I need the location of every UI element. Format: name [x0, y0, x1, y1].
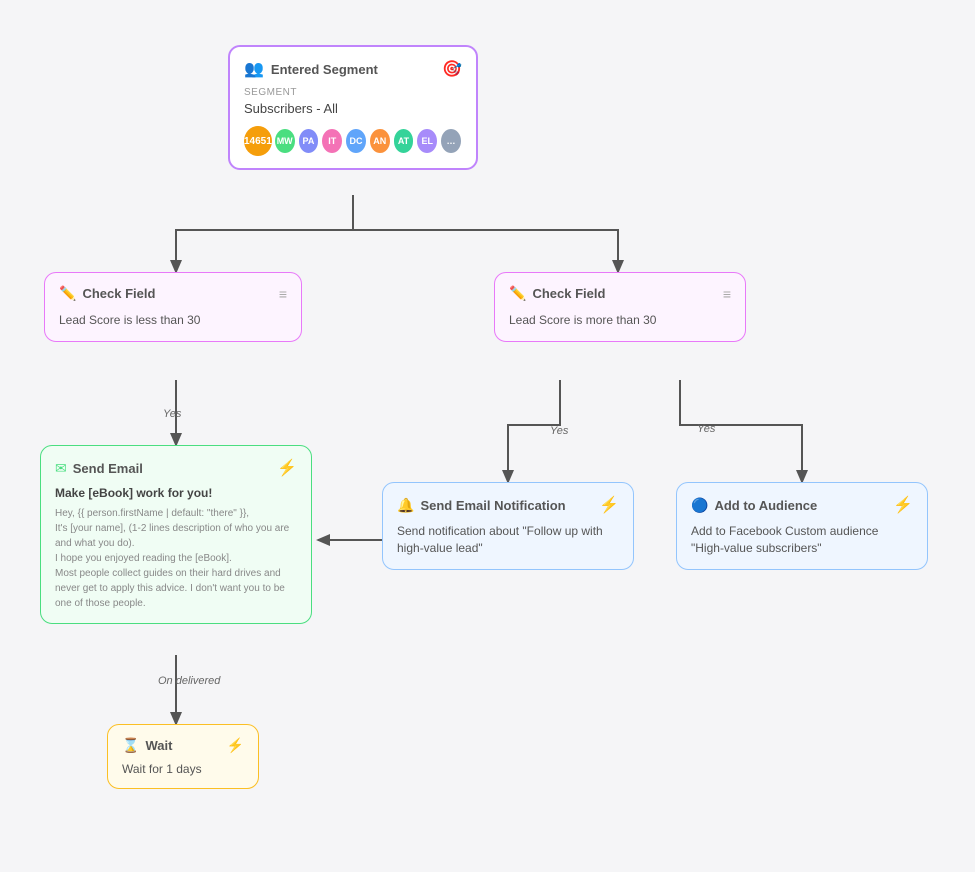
audience-text: Add to Facebook Custom audience "High-va…	[691, 523, 913, 557]
wait-node[interactable]: ⌛ Wait ⚡ Wait for 1 days	[107, 724, 259, 789]
bolt-icon-audience: ⚡	[893, 495, 913, 515]
on-delivered-label: On delivered	[158, 675, 220, 687]
filter-icon-right: ≡	[723, 286, 731, 302]
yes-label-mid: Yes	[550, 425, 568, 437]
wait-header: ⌛ Wait ⚡	[122, 737, 244, 754]
avatar-mw: MW	[274, 128, 296, 154]
target-icon: 🎯	[442, 59, 462, 79]
pencil-icon-left: ✏️	[59, 285, 76, 302]
avatar-an: AN	[369, 128, 391, 154]
avatar-it: IT	[321, 128, 343, 154]
check-right-title: Check Field	[532, 286, 605, 301]
check-right-title-wrap: ✏️ Check Field	[509, 285, 605, 302]
hourglass-icon: ⌛	[122, 737, 139, 754]
people-icon: 👥	[244, 59, 264, 79]
bolt-icon-email: ⚡	[277, 458, 297, 478]
segment-label: SEGMENT	[244, 87, 462, 98]
send-notification-node[interactable]: 🔔 Send Email Notification ⚡ Send notific…	[382, 482, 634, 570]
envelope-icon: ✉	[55, 460, 67, 477]
check-left-condition: Lead Score is less than 30	[59, 312, 287, 329]
check-field-left-node[interactable]: ✏️ Check Field ≡ Lead Score is less than…	[44, 272, 302, 342]
segment-title-wrap: 👥 Entered Segment	[244, 59, 378, 79]
preview-line-3: I hope you enjoyed reading the [eBook].	[55, 551, 297, 566]
audience-title-wrap: 🔵 Add to Audience	[691, 497, 817, 514]
add-audience-node[interactable]: 🔵 Add to Audience ⚡ Add to Facebook Cust…	[676, 482, 928, 570]
filter-icon-left: ≡	[279, 286, 287, 302]
avatar-at: AT	[393, 128, 415, 154]
segment-node-header: 👥 Entered Segment 🎯	[244, 59, 462, 79]
notif-header: 🔔 Send Email Notification ⚡	[397, 495, 619, 515]
avatar-count: 14651	[244, 126, 272, 156]
notif-title-wrap: 🔔 Send Email Notification	[397, 497, 566, 514]
bolt-icon-notif: ⚡	[599, 495, 619, 515]
notif-title: Send Email Notification	[420, 498, 565, 513]
segment-title: Entered Segment	[271, 62, 378, 77]
preview-line-4: Most people collect guides on their hard…	[55, 566, 297, 611]
avatars-row: 14651 MW PA IT DC AN AT EL …	[244, 126, 462, 156]
check-field-right-node[interactable]: ✏️ Check Field ≡ Lead Score is more than…	[494, 272, 746, 342]
avatar-pa: PA	[298, 128, 320, 154]
bell-icon: 🔔	[397, 497, 414, 514]
facebook-icon: 🔵	[691, 497, 708, 514]
email-subject: Make [eBook] work for you!	[55, 486, 297, 500]
segment-node[interactable]: 👥 Entered Segment 🎯 SEGMENT Subscribers …	[228, 45, 478, 170]
notif-text: Send notification about "Follow up with …	[397, 523, 619, 557]
wait-text: Wait for 1 days	[122, 762, 244, 776]
pencil-icon-right: ✏️	[509, 285, 526, 302]
check-left-header: ✏️ Check Field ≡	[59, 285, 287, 302]
email-preview: Hey, {{ person.firstName | default: "the…	[55, 506, 297, 611]
email-title: Send Email	[73, 461, 143, 476]
audience-title: Add to Audience	[714, 498, 817, 513]
preview-line-1: Hey, {{ person.firstName | default: "the…	[55, 506, 297, 521]
wait-title-wrap: ⌛ Wait	[122, 737, 172, 754]
segment-name: Subscribers - All	[244, 101, 462, 116]
avatar-el: EL	[416, 128, 438, 154]
yes-label-right: Yes	[697, 423, 715, 435]
preview-line-2: It's [your name], (1-2 lines description…	[55, 521, 297, 551]
check-left-title-wrap: ✏️ Check Field	[59, 285, 155, 302]
yes-label-left: Yes	[163, 408, 181, 420]
send-email-node[interactable]: ✉ Send Email ⚡ Make [eBook] work for you…	[40, 445, 312, 624]
bolt-icon-wait: ⚡	[227, 737, 244, 754]
email-title-wrap: ✉ Send Email	[55, 460, 143, 477]
audience-header: 🔵 Add to Audience ⚡	[691, 495, 913, 515]
check-left-title: Check Field	[82, 286, 155, 301]
check-right-header: ✏️ Check Field ≡	[509, 285, 731, 302]
wait-title: Wait	[145, 738, 172, 753]
email-header: ✉ Send Email ⚡	[55, 458, 297, 478]
workflow-canvas: 👥 Entered Segment 🎯 SEGMENT Subscribers …	[0, 0, 975, 872]
check-right-condition: Lead Score is more than 30	[509, 312, 731, 329]
avatar-more: …	[440, 128, 462, 154]
avatar-dc: DC	[345, 128, 367, 154]
